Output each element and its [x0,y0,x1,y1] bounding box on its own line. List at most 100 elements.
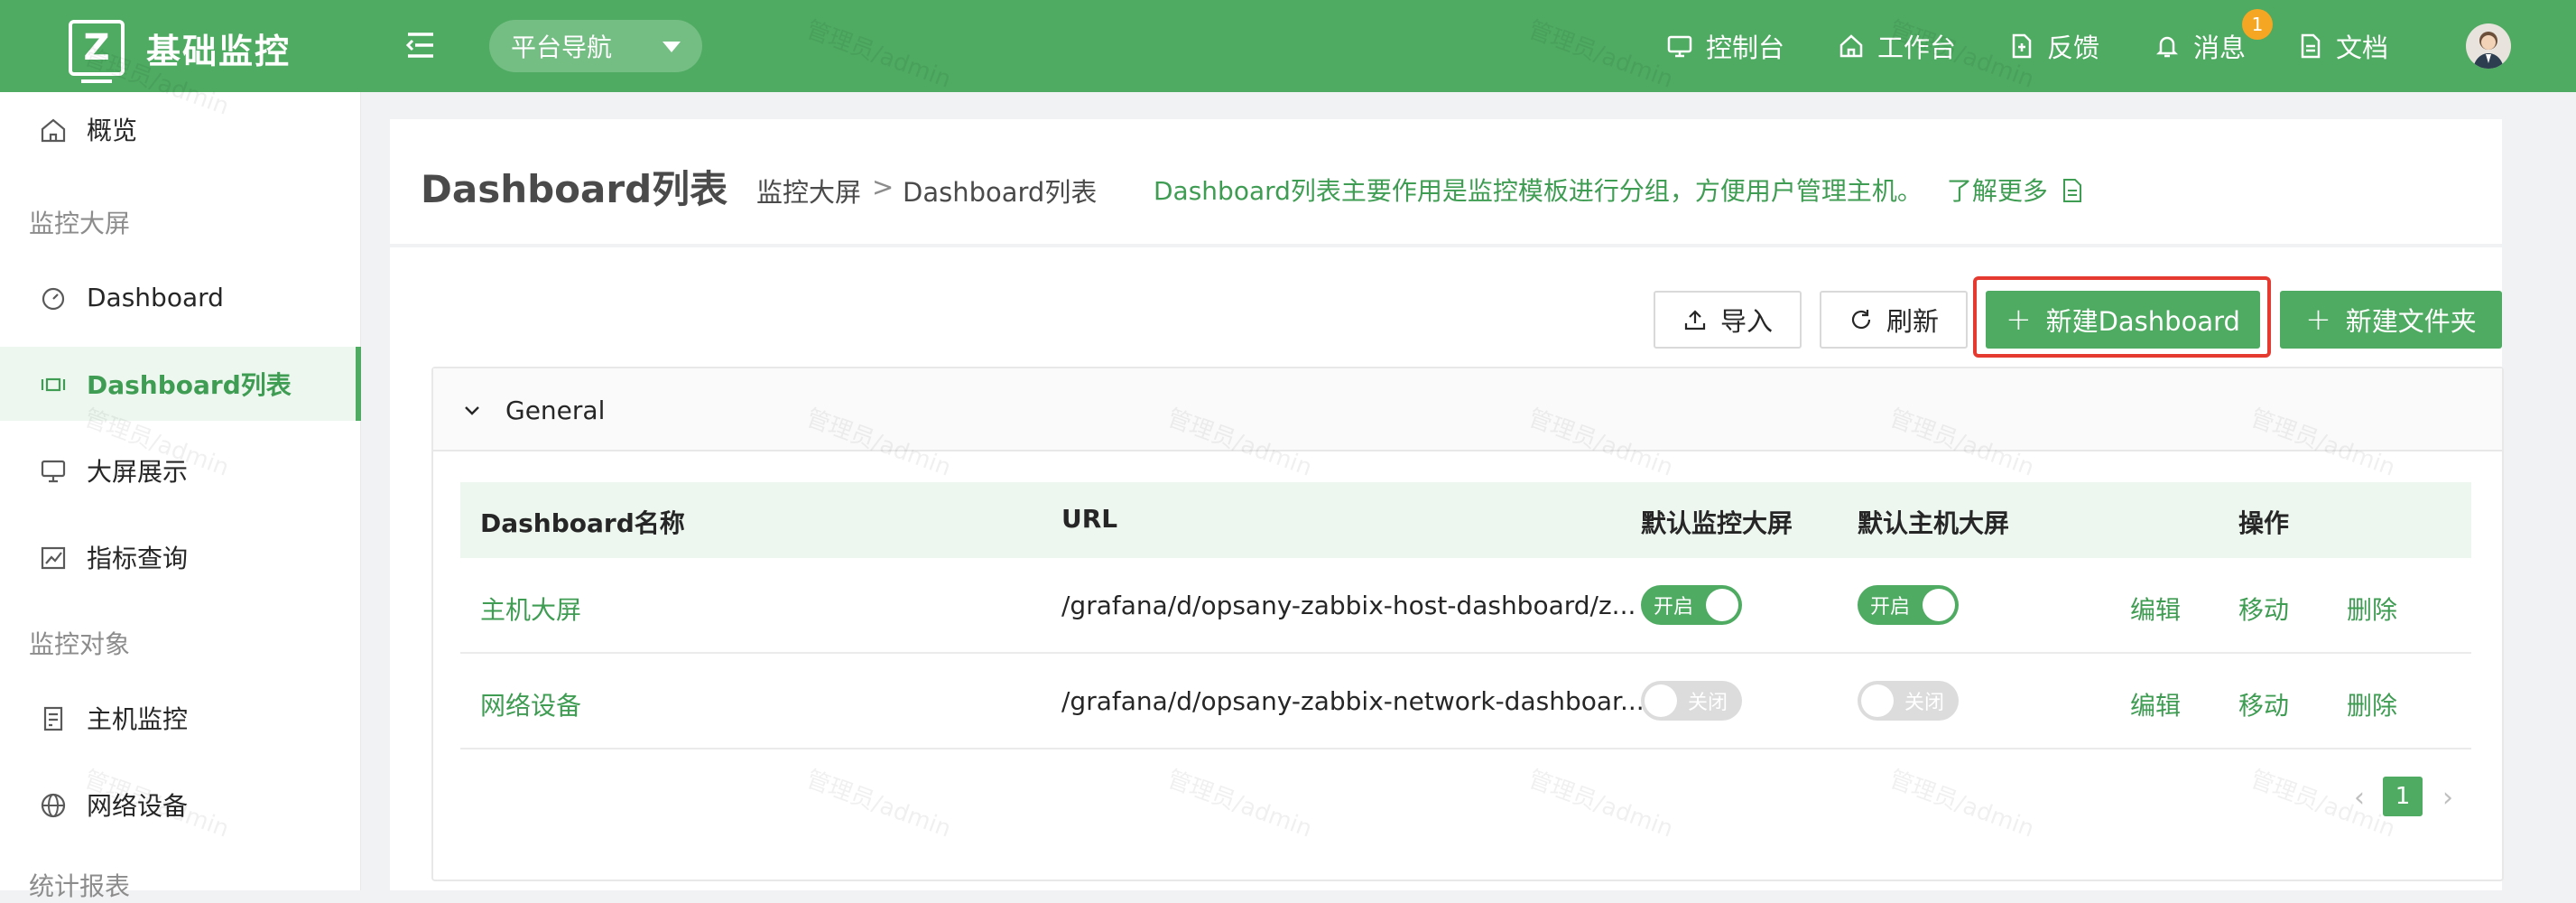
sidebar-item-label: 指标查询 [87,544,189,573]
prev-page-icon[interactable]: ‹ [2354,782,2365,814]
caret-down-icon [663,42,681,52]
globe-icon [41,793,66,818]
document-icon [2301,33,2321,59]
topnav-messages-label: 消息 [2193,33,2247,63]
document-icon [2062,179,2081,202]
logo-letter: Z [83,27,110,69]
import-button[interactable]: 导入 [1654,291,1802,349]
sidebar-item-label: Dashboard [87,282,224,312]
monitor-icon [41,460,66,483]
upload-icon [1684,310,1706,330]
sidebar-item-label: 网络设备 [87,791,189,821]
sidebar-group-reports: 统计报表 [29,871,131,901]
menu-toggle-icon[interactable] [403,27,439,63]
column-header-actions: 操作 [2238,508,2290,538]
topnav-docs-label: 文档 [2336,33,2389,63]
sidebar-item-overview[interactable]: 概览 [0,92,361,166]
chevron-down-icon [465,406,479,415]
sidebar: 概览 监控大屏 Dashboard Dashboard列表 大屏展示 指标查询 … [0,92,361,901]
plus-icon: + [2305,302,2331,338]
sidebar-item-dashboard-list[interactable]: Dashboard列表 [0,347,361,421]
server-icon [43,706,63,731]
feedback-icon [2012,33,2032,59]
platform-nav-label: 平台导航 [511,33,613,62]
toggle-label: 开启 [1870,596,1911,619]
topnav-feedback-label: 反馈 [2047,33,2100,63]
row-1-url: /grafana/d/opsany-zabbix-host-dashboard/… [1061,591,1636,620]
new-folder-button[interactable]: + 新建文件夹 [2280,291,2502,349]
row-divider [460,652,2471,654]
row-2-edit-link[interactable]: 编辑 [2130,686,2181,722]
table-header [460,482,2471,558]
home-icon [1839,34,1863,58]
sidebar-item-big-screen[interactable]: 大屏展示 [0,433,361,507]
column-header-name: Dashboard名称 [480,508,685,538]
topnav-messages[interactable]: 消息 [2154,27,2246,65]
row-2-dashboard-name[interactable]: 网络设备 [480,686,581,722]
topnav-console-label: 控制台 [1706,33,1785,63]
sidebar-group-screens: 监控大屏 [29,209,131,238]
row-1-dashboard-name[interactable]: 主机大屏 [480,591,581,627]
app-logo: Z [69,20,125,83]
row-2-move-link[interactable]: 移动 [2238,686,2289,722]
next-page-icon[interactable]: › [2442,782,2453,814]
page-number-current[interactable]: 1 [2383,777,2423,816]
user-avatar[interactable] [2466,23,2511,69]
folder-name: General [505,396,606,425]
folder-header[interactable]: General [433,368,2502,452]
breadcrumb-parent[interactable]: 监控大屏 [756,172,861,209]
breadcrumb-current: Dashboard列表 [903,177,1098,208]
toggle-knob [1861,684,1894,717]
topnav-workbench[interactable]: 工作台 [1838,27,1956,65]
bell-icon [2155,36,2179,58]
toggle-label: 关闭 [1687,692,1728,714]
toggle-label: 开启 [1654,596,1694,619]
sidebar-item-label: 概览 [87,116,138,145]
top-bar: Z 基础监控 平台导航 控制台 工作台 反馈 消息 1 文档 [0,0,2576,92]
import-label: 导入 [1719,306,1773,337]
chart-icon [41,546,66,570]
toggle-knob [1706,589,1738,621]
annotation-highlight-box [1973,276,2271,358]
sidebar-item-label: Dashboard列表 [87,370,292,400]
learn-more-link[interactable]: 了解更多 [1947,176,2048,206]
sidebar-item-network-device[interactable]: 网络设备 [0,768,361,842]
topnav-docs[interactable]: 文档 [2296,27,2388,65]
row-2-monitor-default-toggle[interactable]: 关闭 [1641,681,1742,721]
toggle-label: 关闭 [1904,692,1944,714]
sidebar-item-label: 主机监控 [87,704,189,734]
refresh-label: 刷新 [1886,306,1939,337]
column-header-monitor-default: 默认监控大屏 [1641,508,1793,538]
monitor-icon [1667,35,1692,58]
topnav-workbench-label: 工作台 [1877,33,1957,63]
row-divider [460,748,2471,749]
sidebar-item-host-monitor[interactable]: 主机监控 [0,681,361,755]
message-count-badge: 1 [2242,9,2273,40]
sidebar-item-dashboard[interactable]: Dashboard [0,260,361,334]
row-2-url: /grafana/d/opsany-zabbix-network-dashboa… [1061,686,1645,716]
gauge-icon [42,287,65,311]
new-folder-label: 新建文件夹 [2345,306,2477,337]
platform-nav-select[interactable]: 平台导航 [489,20,702,72]
sidebar-item-metrics-query[interactable]: 指标查询 [0,520,361,594]
toggle-knob [1645,684,1677,717]
row-1-delete-link[interactable]: 删除 [2347,591,2397,627]
home-icon [41,118,66,143]
row-1-edit-link[interactable]: 编辑 [2130,591,2181,627]
column-header-host-default: 默认主机大屏 [1858,508,2010,538]
row-1-host-default-toggle[interactable]: 开启 [1858,585,1959,625]
row-1-monitor-default-toggle[interactable]: 开启 [1641,585,1742,625]
row-2-delete-link[interactable]: 删除 [2347,686,2397,722]
toggle-knob [1923,589,1955,621]
page-description: Dashboard列表主要作用是监控模板进行分组，方便用户管理主机。 了解更多 [1154,172,2083,208]
breadcrumb-separator: > [872,172,894,202]
sidebar-item-label: 大屏展示 [87,457,189,487]
topnav-console[interactable]: 控制台 [1666,27,1784,65]
row-1-move-link[interactable]: 移动 [2238,591,2289,627]
topnav-feedback[interactable]: 反馈 [2007,27,2099,65]
refresh-button[interactable]: 刷新 [1820,291,1968,349]
sidebar-group-objects: 监控对象 [29,629,131,659]
refresh-icon [1851,310,1871,330]
dashboard-list-icon [41,377,66,392]
row-2-host-default-toggle[interactable]: 关闭 [1858,681,1959,721]
